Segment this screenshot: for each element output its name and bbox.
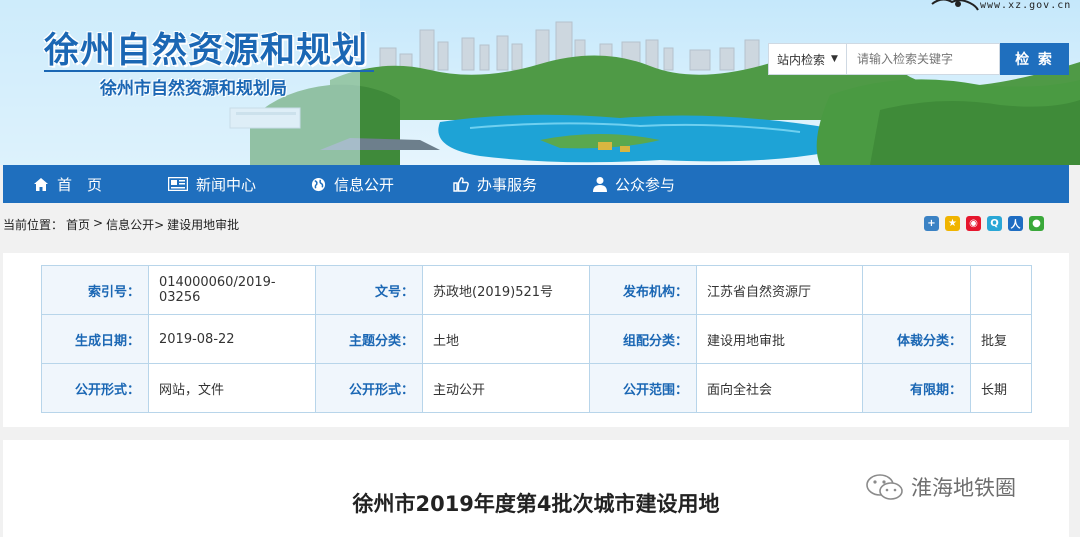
nav-label-news: 新闻中心 [196,175,257,194]
nav-label-info-public: 信息公开 [334,175,395,194]
field-value: 苏政地(2019)521号 [422,265,590,315]
article-panel: 徐州市2019年度第4批次城市建设用地 淮海地铁圈 [3,440,1069,537]
field-key: 公开范围： [589,363,697,413]
field-value: 批复 [970,314,1032,364]
breadcrumb-current[interactable]: 建设用地审批 [167,216,239,233]
newspaper-icon [168,177,188,191]
field-value: 长期 [970,363,1032,413]
field-value-empty [970,265,1032,315]
breadcrumb-prefix: 当前位置： [3,218,64,232]
main-nav: 首 页 新闻中心 信息公开 办事服务 公众参与 [3,165,1069,203]
field-value: 014000060/2019-03256 [148,265,316,315]
site-subtitle: 徐州市自然资源和规划局 [100,79,287,99]
nav-item-services[interactable]: 办事服务 [423,165,563,203]
site-title: 徐州自然资源和规划 [44,31,369,71]
metadata-table: 索引号： 014000060/2019-03256 文号： 苏政地(2019)5… [41,265,1032,413]
share-weibo-icon[interactable]: ◉ [966,216,981,231]
header-banner: 徐州自然资源和规划 徐州市自然资源和规划局 www.xz.gov.cn 站内检索… [0,0,1080,165]
field-value: 土地 [422,314,590,364]
field-key: 索引号： [41,265,149,315]
field-key: 主题分类： [315,314,423,364]
info-panel: 索引号： 014000060/2019-03256 文号： 苏政地(2019)5… [3,253,1069,427]
nav-item-info-public[interactable]: 信息公开 [281,165,423,203]
user-icon [593,177,607,192]
field-value: 面向全社会 [696,363,863,413]
search-input[interactable] [846,43,1000,75]
watermark-text: 淮海地铁圈 [911,476,1016,500]
city-logo-icon [931,0,979,11]
globe-icon [311,177,326,191]
field-key: 公开形式： [41,363,149,413]
share-toolbar: + ★ ◉ Q 人 ● [924,216,1044,231]
field-key: 体裁分类： [862,314,971,364]
share-qzone-icon[interactable]: ★ [945,216,960,231]
nav-label-home: 首 页 [57,175,103,194]
table-row: 公开形式： 网站，文件 公开形式： 主动公开 公开范围： 面向全社会 有限期： … [41,363,1032,413]
field-value: 网站，文件 [148,363,316,413]
breadcrumb-info-public[interactable]: 信息公开> [106,216,164,233]
title-underline [44,70,374,72]
breadcrumb-separator: > [93,216,104,230]
breadcrumb-home[interactable]: 首页 [66,216,90,233]
search-scope-select[interactable]: 站内检索 ▼ [768,43,846,75]
field-key: 发布机构： [589,265,697,315]
nav-item-participation[interactable]: 公众参与 [563,165,703,203]
field-key: 组配分类： [589,314,697,364]
field-key: 有限期： [862,363,971,413]
field-key: 文号： [315,265,423,315]
watermark: 淮海地铁圈 [865,472,1016,502]
thumbs-up-icon [453,177,469,192]
field-value: 江苏省自然资源厅 [696,265,863,315]
nav-item-news[interactable]: 新闻中心 [138,165,281,203]
search-bar: 站内检索 ▼ 检 索 [768,43,1069,75]
breadcrumb: 当前位置： 首页 > 信息公开> 建设用地审批 [3,216,239,233]
search-button[interactable]: 检 索 [1000,43,1069,75]
nav-label-services: 办事服务 [477,175,538,194]
field-value: 2019-08-22 [148,314,316,364]
site-domain: www.xz.gov.cn [980,0,1072,11]
share-wechat-icon[interactable]: ● [1029,216,1044,231]
field-key: 生成日期： [41,314,149,364]
search-scope-label: 站内检索 [777,52,826,67]
wechat-watermark-icon [866,474,903,500]
caret-down-icon: ▼ [831,54,838,64]
share-renren-icon[interactable]: 人 [1008,216,1023,231]
home-icon [34,177,48,191]
table-row: 索引号： 014000060/2019-03256 文号： 苏政地(2019)5… [41,265,1032,315]
table-row: 生成日期： 2019-08-22 主题分类： 土地 组配分类： 建设用地审批 体… [41,314,1032,364]
field-key: 公开形式： [315,363,423,413]
share-add-icon[interactable]: + [924,216,939,231]
share-tencent-weibo-icon[interactable]: Q [987,216,1002,231]
nav-label-participation: 公众参与 [615,175,676,194]
nav-item-home[interactable]: 首 页 [3,165,138,203]
field-key-empty [862,265,971,315]
field-value: 建设用地审批 [696,314,863,364]
field-value: 主动公开 [422,363,590,413]
